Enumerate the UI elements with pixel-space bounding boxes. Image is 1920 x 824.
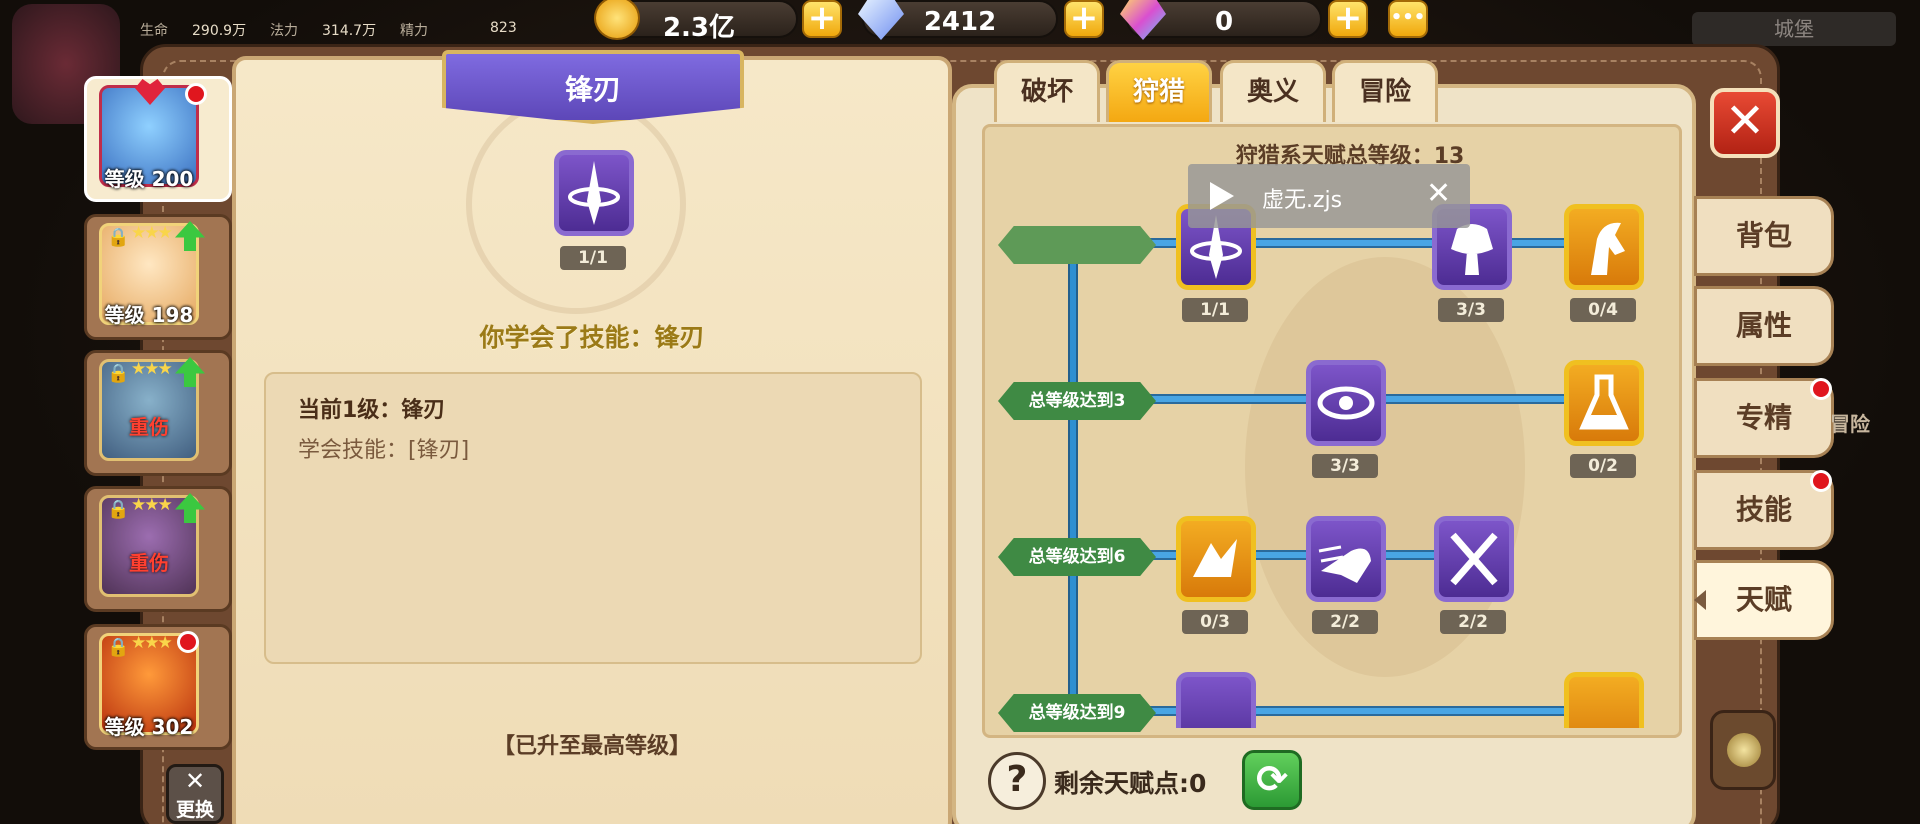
lock-icon: 🔒 — [107, 363, 130, 384]
popup-title: 虚无.zjs — [1262, 188, 1343, 213]
hero-card-4[interactable]: 🔒 ★★★ 重伤 — [84, 486, 232, 612]
video-popup[interactable]: 虚无.zjs ✕ — [1188, 164, 1470, 228]
close-button[interactable]: ✕ — [1710, 88, 1780, 158]
add-gem-button[interactable]: + — [1328, 0, 1368, 38]
remaining-points: 剩余天赋点:0 — [1054, 769, 1207, 798]
adventure-shortcut[interactable]: 冒险 — [1830, 408, 1870, 437]
star-rating: ★★★ — [131, 359, 173, 379]
learn-skill-line: 学会技能：[锋刃] — [298, 438, 470, 463]
swap-icon: ✕ — [184, 767, 206, 795]
talent-level: 2/2 — [1440, 610, 1506, 634]
injured-status: 重伤 — [129, 551, 169, 575]
notification-dot — [1810, 378, 1832, 400]
horse-icon — [1591, 222, 1625, 275]
lock-icon: 🔒 — [107, 637, 130, 658]
tier-tag-6: 总等级达到6 — [998, 538, 1156, 576]
lock-icon: 🔒 — [107, 227, 130, 248]
mp-label: 法力 — [270, 23, 298, 39]
eye-icon — [1317, 386, 1375, 420]
talent-level: 3/3 — [1312, 454, 1378, 478]
learned-message: 你学会了技能：锋刃 — [479, 323, 705, 352]
help-button[interactable]: ? — [988, 752, 1046, 810]
star-rating: ★★★ — [131, 633, 173, 653]
more-button[interactable]: ••• — [1388, 0, 1428, 38]
scroll-icon — [1176, 672, 1256, 728]
skill-level: 1/1 — [560, 246, 626, 270]
tab-hunt[interactable]: 狩猎 — [1106, 60, 1212, 122]
top-hud: 生命 290.9万 法力 314.7万 精力 823 2.3亿 + 2412 +… — [0, 0, 1920, 124]
game-screen: 生命 290.9万 法力 314.7万 精力 823 2.3亿 + 2412 +… — [0, 0, 1920, 824]
current-level-line: 当前1级：锋刃 — [298, 398, 446, 423]
hp-label: 生命 — [140, 23, 168, 39]
city-label[interactable]: 城堡 — [1692, 12, 1896, 46]
sp-value: 823 — [490, 20, 517, 36]
flask-icon — [1579, 374, 1629, 430]
star-rating: ★★★ — [131, 495, 173, 515]
talent-node-scroll[interactable] — [1176, 672, 1256, 728]
sp-label: 精力 — [400, 23, 428, 39]
talent-node-eye[interactable] — [1306, 360, 1386, 446]
tab-destroy[interactable]: 破坏 — [994, 60, 1100, 122]
tier-tag-start — [998, 226, 1156, 264]
hero-card-2[interactable]: 🔒 ★★★ 等级 198 — [84, 214, 232, 340]
book-clasp — [1710, 710, 1776, 790]
skill-description-box: 当前1级：锋刃 学会技能：[锋刃] — [264, 372, 922, 664]
tier-tag-9: 总等级达到9 — [998, 694, 1156, 732]
add-diamond-button[interactable]: + — [1064, 0, 1104, 38]
notification-dot — [185, 83, 207, 105]
reset-talent-button[interactable]: ⟳ — [1242, 750, 1302, 810]
break-icon — [1193, 539, 1237, 577]
beast-icon — [1564, 672, 1644, 728]
hero-card-3[interactable]: 🔒 ★★★ 重伤 — [84, 350, 232, 476]
talent-level: 0/2 — [1570, 454, 1636, 478]
charge-icon — [1318, 545, 1371, 583]
talent-level: 2/2 — [1312, 610, 1378, 634]
tab-adventure[interactable]: 冒险 — [1332, 60, 1438, 122]
blade-glyph-icon — [568, 161, 620, 225]
talent-level: 1/1 — [1182, 298, 1248, 322]
talent-level: 3/3 — [1438, 298, 1504, 322]
tab-arcane[interactable]: 奥义 — [1220, 60, 1326, 122]
max-level-note: 【已升至最高等级】 — [492, 734, 691, 759]
crossed-daggers-icon — [1450, 532, 1498, 586]
talent-node-daggers[interactable] — [1434, 516, 1514, 602]
clasp-button-icon — [1727, 733, 1761, 767]
talent-node-horse[interactable] — [1564, 204, 1644, 290]
swap-button[interactable]: ✕ 更换 — [166, 764, 224, 824]
talent-node-break[interactable] — [1176, 516, 1256, 602]
side-tab-attributes[interactable]: 属性 — [1694, 286, 1834, 366]
hero-card-1[interactable]: 等级 200 — [84, 76, 232, 202]
lock-icon: 🔒 — [107, 499, 130, 520]
tree-trunk-line — [1068, 244, 1078, 728]
hero-level: 等级 302 — [104, 715, 194, 739]
add-gold-button[interactable]: + — [802, 0, 842, 38]
swap-label: 更换 — [175, 799, 214, 821]
mp-value: 314.7万 — [322, 23, 377, 39]
talent-node-charge[interactable] — [1306, 516, 1386, 602]
talent-level: 0/3 — [1182, 610, 1248, 634]
notification-dot — [177, 631, 199, 653]
tier-tag-3: 总等级达到3 — [998, 382, 1156, 420]
side-tab-talent[interactable]: 天赋 — [1694, 560, 1834, 640]
hp-value: 290.9万 — [192, 23, 247, 39]
blade-skill-icon — [554, 150, 634, 236]
side-tab-bag[interactable]: 背包 — [1694, 196, 1834, 276]
talent-node-beast[interactable] — [1564, 672, 1644, 728]
play-icon[interactable] — [1210, 182, 1234, 210]
skill-title: 锋刃 — [564, 73, 621, 106]
active-tab-arrow-icon — [1694, 590, 1706, 610]
talent-level: 0/4 — [1570, 298, 1636, 322]
talent-node-flask[interactable] — [1564, 360, 1644, 446]
notification-dot — [1810, 470, 1832, 492]
injured-status: 重伤 — [129, 415, 169, 439]
star-rating: ★★★ — [131, 223, 173, 243]
hero-card-5[interactable]: 🔒 ★★★ 等级 302 — [84, 624, 232, 750]
hero-level: 等级 200 — [104, 167, 194, 191]
hero-level: 等级 198 — [104, 303, 194, 327]
popup-close-icon[interactable]: ✕ — [1426, 176, 1451, 211]
